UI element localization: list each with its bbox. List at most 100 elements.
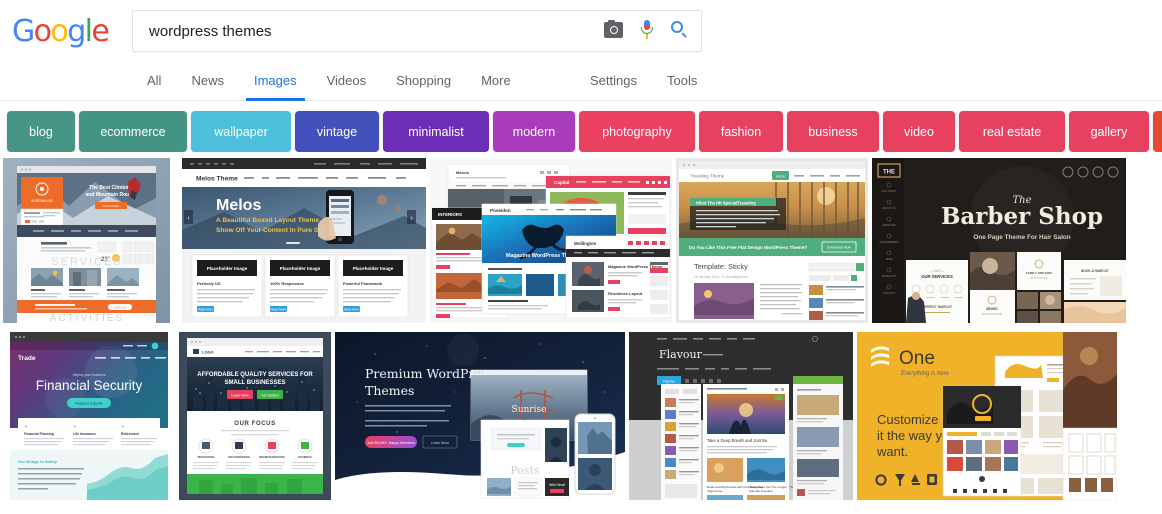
svg-text:FAMILY AND KIDS: FAMILY AND KIDS xyxy=(1026,271,1052,275)
barber-shop-one-page-theme-thumbnail: THE OUR STORY ABOUT US SERVICES OUR BARB… xyxy=(872,158,1126,323)
svg-text:Popular: Popular xyxy=(663,380,676,384)
svg-text:Request a Quote: Request a Quote xyxy=(75,402,102,406)
microphone-icon[interactable] xyxy=(640,20,654,40)
svg-text:SERVICES: SERVICES xyxy=(51,256,122,268)
nav-left-group: All News Images Videos Shopping More xyxy=(132,62,526,101)
svg-text:Poseidon: Poseidon xyxy=(490,208,511,213)
svg-text:BRAND MARKETING: BRAND MARKETING xyxy=(259,455,285,459)
svg-text:Posts: Posts xyxy=(510,464,540,477)
google-logo[interactable]: Google xyxy=(12,14,108,49)
svg-text:Wellington: Wellington xyxy=(574,241,597,246)
svg-text:Placeholder Image: Placeholder Image xyxy=(280,266,321,271)
svg-text:OUR STORY: OUR STORY xyxy=(881,189,897,193)
image-result[interactable]: THE OUR STORY ABOUT US SERVICES OUR BARB… xyxy=(872,158,1126,323)
search-icon[interactable] xyxy=(671,21,689,39)
svg-text:Customize: Customize xyxy=(877,412,938,427)
svg-text:AND MUSTACHE: AND MUSTACHE xyxy=(982,312,1003,316)
svg-text:Do You Like This Free Flat Des: Do You Like This Free Flat Design WordPr… xyxy=(689,245,807,250)
chip-vintage[interactable]: vintage xyxy=(295,111,379,152)
svg-text:want.: want. xyxy=(876,444,908,459)
tools-button[interactable]: Tools xyxy=(652,62,712,101)
image-result[interactable]: Trade helping your business Financial Se… xyxy=(3,332,175,500)
chip-blog[interactable]: blog xyxy=(7,111,75,152)
chip-quote[interactable]: quote xyxy=(1153,111,1162,152)
svg-text:✦: ✦ xyxy=(73,424,77,429)
camera-icon[interactable] xyxy=(604,22,623,38)
premium-wordpress-themes-hero-thumbnail: Premium WordPress Themes Join 50,000+ Ha… xyxy=(335,332,625,500)
svg-text:ABOUT US: ABOUT US xyxy=(882,206,895,210)
image-result[interactable]: Melos Theme xyxy=(174,158,426,323)
flavour-magazine-theme-thumbnail: Flavour Popular xyxy=(629,332,853,500)
svg-text:Home: Home xyxy=(776,174,785,178)
chip-minimalist[interactable]: minimalist xyxy=(383,111,489,152)
svg-text:Life Insurance: Life Insurance xyxy=(73,432,96,436)
image-result[interactable]: LOGO xyxy=(179,332,331,500)
tab-more[interactable]: More xyxy=(466,62,526,101)
svg-text:One Page Theme For Hair Salon: One Page Theme For Hair Salon xyxy=(973,234,1070,241)
svg-text:Read More: Read More xyxy=(271,307,287,311)
chip-photography[interactable]: photography xyxy=(579,111,695,152)
image-result[interactable]: Flavour Popular xyxy=(629,332,853,500)
page-header: Google xyxy=(0,0,1162,62)
chip-ecommerce[interactable]: ecommerce xyxy=(79,111,187,152)
tab-shopping[interactable]: Shopping xyxy=(381,62,466,101)
svg-text:Our Bridge to Safety: Our Bridge to Safety xyxy=(18,459,58,464)
image-result[interactable]: One Everything is here Customize it the … xyxy=(857,332,1117,500)
svg-text:One: One xyxy=(899,348,935,369)
svg-text:PERFECT HAIRCUT: PERFECT HAIRCUT xyxy=(922,305,952,309)
svg-text:BEARD: BEARD xyxy=(986,307,998,311)
logo-letter: e xyxy=(91,14,108,49)
chip-fashion[interactable]: fashion xyxy=(699,111,783,152)
svg-text:— OUR —: — OUR — xyxy=(929,269,945,273)
svg-text:Ultimate Freedom: Ultimate Freedom xyxy=(749,489,773,493)
tab-all[interactable]: All xyxy=(132,62,176,101)
svg-text:Wild Heart: Wild Heart xyxy=(549,483,565,487)
svg-text:BUSINESS: BUSINESS xyxy=(298,455,312,459)
tab-news[interactable]: News xyxy=(176,62,239,101)
svg-text:helping your business: helping your business xyxy=(73,373,106,377)
search-box[interactable] xyxy=(132,10,702,52)
svg-text:✦: ✦ xyxy=(121,424,125,429)
image-result[interactable]: ADRENALINE The Best Climbing and Mountai… xyxy=(3,158,170,323)
svg-text:✦: ✦ xyxy=(24,424,28,429)
svg-text:Melos: Melos xyxy=(216,197,261,214)
svg-text:CUT & STYLE: CUT & STYLE xyxy=(1031,276,1048,280)
svg-text:Template: Sticky: Template: Sticky xyxy=(694,262,748,271)
logo-letter: o xyxy=(34,14,51,49)
svg-text:OUR FOCUS: OUR FOCUS xyxy=(234,421,275,427)
chip-video[interactable]: video xyxy=(883,111,955,152)
svg-text:OUR SERVICES: OUR SERVICES xyxy=(921,274,953,279)
svg-text:Yoga Flows: Yoga Flows xyxy=(707,489,723,493)
svg-text:Read More: Read More xyxy=(198,307,214,311)
image-result[interactable]: Premium WordPress Themes Join 50,000+ Ha… xyxy=(335,332,625,500)
svg-text:100% Responsive: 100% Responsive xyxy=(270,281,305,286)
logo-letter: o xyxy=(50,14,67,49)
svg-text:OUR BARBERS: OUR BARBERS xyxy=(880,240,899,244)
svg-text:Download Now: Download Now xyxy=(827,246,852,250)
image-result[interactable]: Traveling Theme Home xyxy=(676,158,868,323)
svg-text:Traveling Theme: Traveling Theme xyxy=(690,174,725,179)
svg-text:Melos Theme: Melos Theme xyxy=(196,176,238,183)
chip-real-estate[interactable]: real estate xyxy=(959,111,1065,152)
svg-text:Financial Security: Financial Security xyxy=(36,378,143,393)
tab-images[interactable]: Images xyxy=(239,62,312,101)
melos-boxed-layout-theme-thumbnail: Melos Theme xyxy=(174,158,426,323)
chip-gallery[interactable]: gallery xyxy=(1069,111,1149,152)
image-result[interactable]: Mercia INTERIORS xyxy=(430,158,672,323)
chip-modern[interactable]: modern xyxy=(493,111,575,152)
svg-text:INTERIORS: INTERIORS xyxy=(438,212,462,217)
search-box-icons xyxy=(604,20,689,40)
chip-wallpaper[interactable]: wallpaper xyxy=(191,111,291,152)
search-input[interactable] xyxy=(147,11,577,51)
svg-text:The Best Climbing: The Best Climbing xyxy=(89,185,133,191)
settings-button[interactable]: Settings xyxy=(575,62,652,101)
svg-text:JOIN US: JOIN US xyxy=(114,306,126,310)
svg-text:25 January 2014 · in Uncategor: 25 January 2014 · in Uncategorized xyxy=(694,275,748,279)
svg-text:Themes: Themes xyxy=(365,383,414,398)
svg-text:A Beautiful Boxed Layout Theme: A Beautiful Boxed Layout Theme xyxy=(216,217,319,224)
tab-videos[interactable]: Videos xyxy=(312,62,382,101)
chip-business[interactable]: business xyxy=(787,111,879,152)
svg-text:AFFORDABLE QUALITY SERVICES FO: AFFORDABLE QUALITY SERVICES FOR xyxy=(197,372,313,378)
svg-text:What The Hit SpecialTraveling: What The Hit SpecialTraveling xyxy=(696,200,756,205)
svg-text:Join 50,000+ Happy Members: Join 50,000+ Happy Members xyxy=(367,441,415,445)
